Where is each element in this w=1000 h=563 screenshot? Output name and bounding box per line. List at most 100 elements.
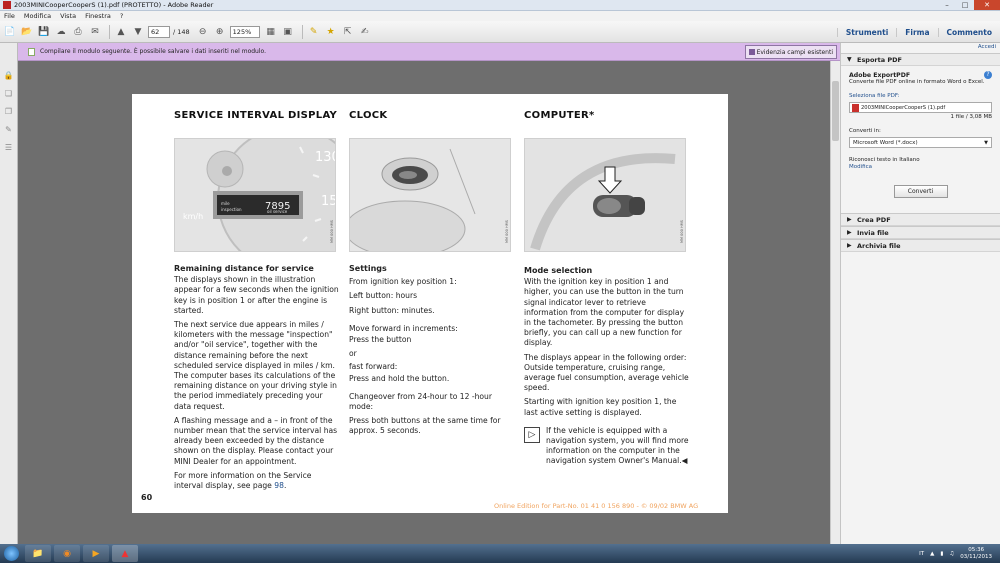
start-button[interactable]: [0, 544, 22, 563]
mail-icon[interactable]: ✉: [88, 25, 102, 39]
selected-file[interactable]: 2003MINICooperCooperS (1).pdf: [849, 102, 992, 113]
attachment-icon[interactable]: ❐: [4, 107, 14, 117]
select-file-label: Seleziona file PDF:: [849, 93, 900, 99]
form-message: Compilare il modulo seguente. È possibil…: [40, 48, 266, 55]
ocr-label: Riconosci testo in Italiano: [849, 157, 920, 163]
ocr-modify-link[interactable]: Modifica: [849, 164, 992, 171]
tab-strumenti[interactable]: Strumenti: [836, 27, 896, 37]
convert-format-select[interactable]: Microsoft Word (*.docx) ▼: [849, 137, 992, 148]
section-crea-pdf-label: Crea PDF: [857, 216, 891, 224]
volume-icon[interactable]: ♫: [949, 551, 954, 557]
column-computer: Mode selection With the ignition key in …: [524, 266, 692, 467]
accedi-link[interactable]: Accedi: [841, 43, 1000, 53]
highlight-fields-icon: [748, 49, 755, 55]
selected-file-name: 2003MINICooperCooperS (1).pdf: [861, 105, 946, 111]
menu-file[interactable]: File: [4, 12, 15, 20]
fit-page-icon[interactable]: ▦: [264, 25, 278, 39]
toolbar-divider: [301, 24, 303, 39]
clock-illustration: MM 000 HMS: [349, 138, 511, 252]
app-icon: [3, 1, 11, 9]
minimize-button[interactable]: –: [938, 0, 956, 10]
col3-paragraph: Starting with ignition key position 1, t…: [524, 397, 677, 417]
menu-help[interactable]: ?: [120, 12, 123, 20]
cloud-icon[interactable]: ☁: [54, 25, 68, 39]
convert-to-label: Converti in:: [849, 128, 881, 134]
page-number-input[interactable]: 62: [148, 25, 170, 38]
section-invia-file[interactable]: ▶ Invia file: [841, 226, 1000, 239]
comment-icon[interactable]: ✎: [307, 25, 321, 39]
col2-line: Press the button: [349, 335, 412, 345]
firefox-icon[interactable]: ◉: [54, 545, 80, 562]
prev-page-icon[interactable]: ▲: [114, 25, 128, 39]
speedo-number-130: 130: [315, 150, 336, 165]
clock[interactable]: 05:36 03/11/2013: [960, 547, 992, 560]
toolbar-divider: [109, 24, 110, 39]
read-mode-icon[interactable]: ⇱: [341, 25, 355, 39]
create-icon[interactable]: 📄: [3, 25, 17, 39]
window-title: 2003MINICooperCooperS (1).pdf (PROTETTO)…: [14, 1, 214, 9]
tab-commento[interactable]: Commento: [937, 27, 1000, 37]
col1-paragraph: The displays shown in the illustration a…: [174, 275, 339, 315]
col3-paragraph: With the ignition key in position 1 and …: [524, 277, 685, 348]
col1-paragraph-last: For more information on the Service inte…: [174, 471, 342, 491]
menu-vista[interactable]: Vista: [60, 12, 76, 20]
fit-width-icon[interactable]: ▣: [281, 25, 295, 39]
heading-service-interval: SERVICE INTERVAL DISPLAY: [174, 110, 338, 121]
save-icon[interactable]: 💾: [37, 25, 51, 39]
scrollbar-thumb[interactable]: [832, 81, 839, 141]
section-crea-pdf[interactable]: ▶ Crea PDF: [841, 213, 1000, 226]
highlight-fields-button[interactable]: Evidenzia campi esistenti: [744, 45, 837, 59]
svg-text:mile: mile: [221, 201, 230, 206]
menu-finestra[interactable]: Finestra: [85, 12, 111, 20]
highlight-icon[interactable]: ★: [324, 25, 338, 39]
lock-icon[interactable]: 🔒: [4, 71, 14, 81]
layers-icon[interactable]: ☰: [4, 143, 14, 153]
section-esporta-pdf-label: Esporta PDF: [857, 56, 902, 64]
tab-firma[interactable]: Firma: [896, 27, 937, 37]
section-esporta-pdf[interactable]: ▼ Esporta PDF: [841, 53, 1000, 66]
zoom-out-icon[interactable]: ⊖: [196, 25, 210, 39]
language-indicator[interactable]: IT: [919, 551, 924, 557]
col2-line: Right button: minutes.: [349, 305, 435, 315]
sign-icon[interactable]: ✍: [358, 25, 372, 39]
next-page-icon[interactable]: ▼: [131, 25, 145, 39]
export-pdf-body: Adobe ExportPDF ? Converte file PDF onli…: [841, 66, 1000, 203]
maximize-button[interactable]: □: [956, 0, 974, 10]
media-player-icon[interactable]: ▶: [83, 545, 109, 562]
signature-icon[interactable]: ✎: [4, 125, 14, 135]
section-invia-file-label: Invia file: [857, 229, 889, 237]
svg-text:inspection: inspection: [221, 207, 242, 212]
col3-title: Mode selection: [524, 266, 593, 275]
zoom-select[interactable]: 125%: [229, 25, 260, 38]
note-arrow-icon: ▷: [524, 426, 540, 443]
col2-line: Press and hold the button.: [349, 373, 450, 383]
section-archivia-file[interactable]: ▶ Archivia file: [841, 239, 1000, 252]
col1-last-end: .: [283, 481, 287, 491]
image-code-2: MM 000 HMS: [505, 219, 509, 243]
vertical-scrollbar[interactable]: [830, 61, 840, 544]
explorer-icon[interactable]: 📁: [25, 545, 51, 562]
print-icon[interactable]: ⎙: [71, 25, 85, 39]
close-button[interactable]: ✕: [974, 0, 1000, 10]
chevron-down-icon: ▼: [984, 140, 988, 146]
export-app-description: Converte file PDF online in formato Word…: [849, 79, 985, 85]
help-icon[interactable]: ?: [984, 71, 992, 79]
convert-button[interactable]: Converti: [893, 185, 948, 198]
tray-arrow-icon[interactable]: ▲: [930, 551, 934, 557]
adobe-reader-icon[interactable]: ▲: [112, 545, 138, 562]
page-link-98[interactable]: 98: [274, 481, 284, 490]
navigation-pane: 🔒 ❏ ❐ ✎ ☰: [0, 43, 18, 544]
column-service-interval: Remaining distance for service The displ…: [174, 264, 342, 495]
network-icon[interactable]: ▮: [940, 551, 943, 557]
pages-icon[interactable]: ❏: [4, 89, 14, 99]
col1-paragraph: A flashing message and a – in front of t…: [174, 415, 338, 466]
open-icon[interactable]: 📂: [20, 25, 34, 39]
col2-line: From ignition key position 1:: [349, 277, 457, 287]
expand-down-icon: ▼: [847, 56, 852, 63]
form-icon: [28, 47, 35, 56]
expand-right-icon: ▶: [847, 216, 852, 223]
zoom-in-icon[interactable]: ⊕: [213, 25, 227, 39]
expand-right-icon: ▶: [847, 242, 852, 249]
menu-modifica[interactable]: Modifica: [24, 12, 51, 20]
file-info: 1 file / 3,08 MB: [950, 114, 993, 120]
